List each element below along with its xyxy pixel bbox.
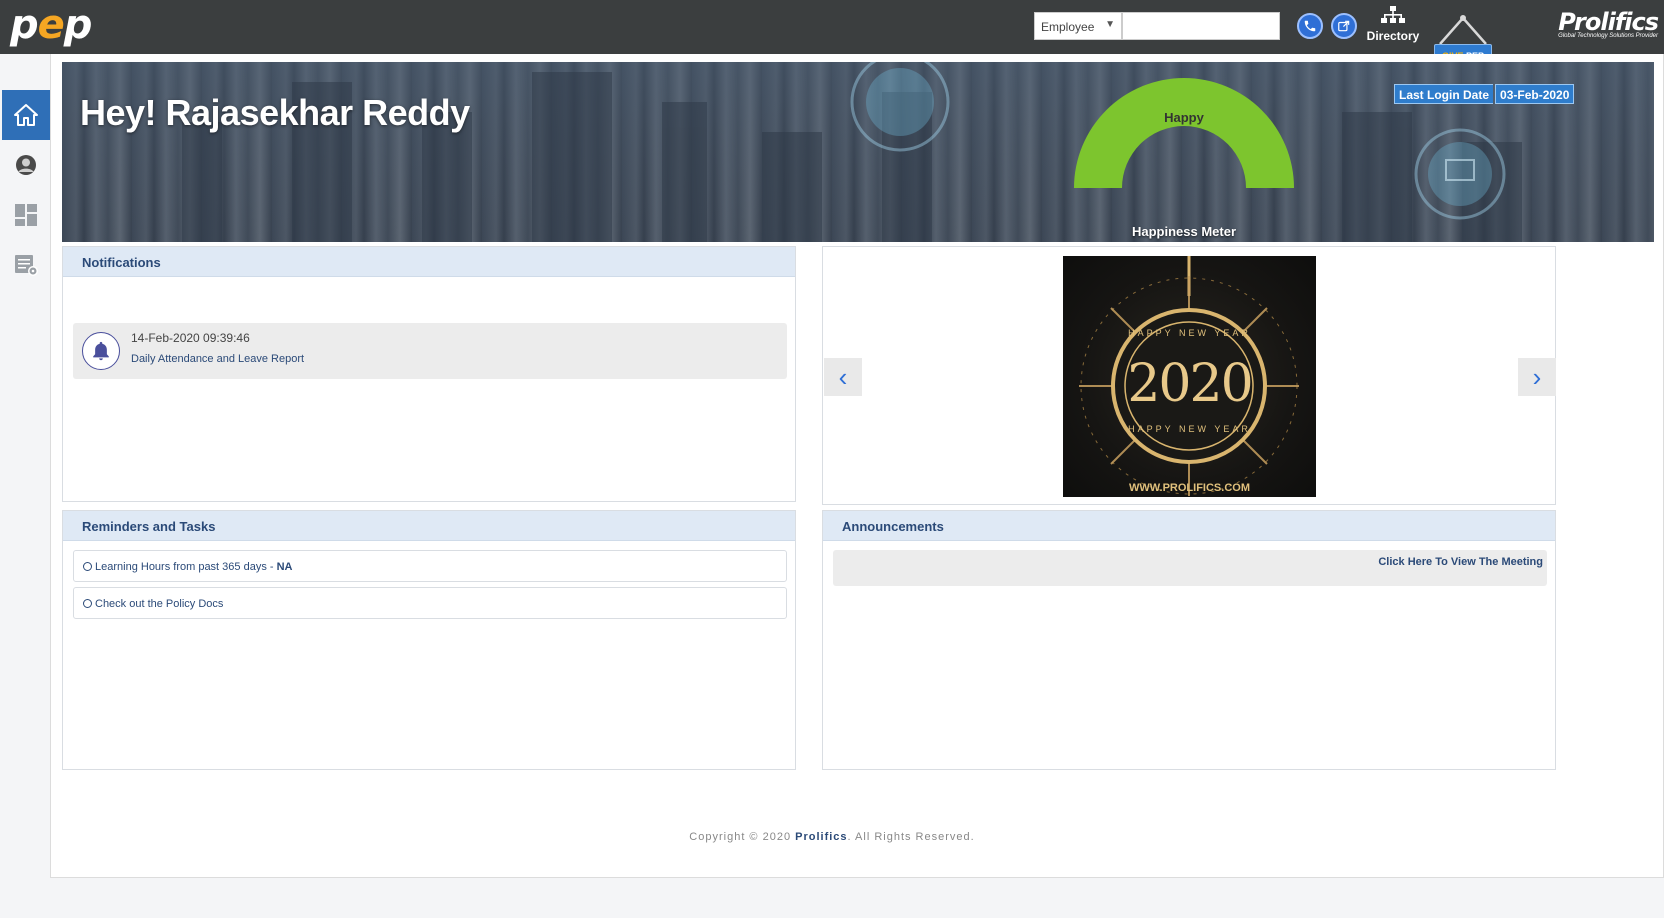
- copyright-company[interactable]: Prolifics: [795, 831, 847, 843]
- carousel-next-button[interactable]: ›: [1518, 358, 1556, 396]
- notifications-title: Notifications: [63, 247, 795, 277]
- sidebar-item-dashboard[interactable]: [2, 190, 50, 240]
- sidebar-item-reports[interactable]: [2, 240, 50, 290]
- task-value: NA: [276, 561, 293, 573]
- last-login-badge: Last Login Date 03-Feb-2020: [1394, 84, 1575, 104]
- new-year-caption-top: HAPPY NEW YEAR: [1128, 328, 1251, 338]
- announcement-item: Click Here To View The Meeting: [833, 550, 1547, 586]
- directory-label: Directory: [1366, 29, 1420, 43]
- footer-copyright: Copyright © 2020 Prolifics. All Rights R…: [0, 831, 1664, 843]
- chevron-down-icon: ▼: [1105, 19, 1115, 30]
- dashboard-icon: [15, 204, 37, 226]
- notification-time: 14-Feb-2020 09:39:46: [131, 331, 250, 345]
- directory-link[interactable]: Directory: [1366, 6, 1420, 43]
- copyright-suffix: . All Rights Reserved.: [847, 831, 975, 843]
- org-chart-icon: [1381, 6, 1405, 23]
- announcements-panel: Announcements Click Here To View The Mee…: [822, 510, 1556, 770]
- new-year-caption-bottom: HAPPY NEW YEAR: [1128, 424, 1251, 434]
- reminders-panel: Reminders and Tasks Learning Hours from …: [62, 510, 796, 770]
- reminders-title: Reminders and Tasks: [63, 511, 795, 541]
- notifications-panel: Notifications 14-Feb-2020 09:39:46 Daily…: [62, 246, 796, 502]
- chevron-left-icon: ‹: [838, 361, 848, 392]
- brand-name: Prolifics: [1558, 8, 1659, 36]
- greeting-title: Hey! Rajasekhar Reddy: [80, 92, 470, 133]
- user-avatar-icon: [16, 155, 36, 175]
- view-meeting-link[interactable]: Click Here To View The Meeting: [1378, 556, 1543, 568]
- hanger-icon: [1439, 15, 1487, 45]
- pep-logo[interactable]: pep: [10, 2, 92, 48]
- circle-bullet-icon: [83, 562, 92, 571]
- announcements-title: Announcements: [823, 511, 1555, 541]
- search-type-value: Employee: [1041, 20, 1095, 34]
- sidebar-item-profile[interactable]: [2, 140, 50, 190]
- happiness-meter[interactable]: Happy Happiness Meter: [1068, 74, 1300, 242]
- employee-search-input[interactable]: [1122, 12, 1280, 40]
- welcome-banner: Hey! Rajasekhar Reddy Happy Happiness Me…: [62, 62, 1654, 242]
- main-content: Hey! Rajasekhar Reddy Happy Happiness Me…: [50, 54, 1664, 878]
- gauge-arc: [1074, 78, 1294, 188]
- last-login-date: 03-Feb-2020: [1495, 84, 1575, 104]
- notification-item[interactable]: 14-Feb-2020 09:39:46 Daily Attendance an…: [73, 323, 787, 379]
- top-navbar: pep Employee ▼ Directory GIVE PEP: [0, 0, 1664, 68]
- happiness-meter-title: Happiness Meter: [1131, 224, 1237, 239]
- happiness-meter-value: Happy: [1164, 110, 1204, 125]
- task-text: Check out the Policy Docs: [95, 598, 224, 610]
- notification-text[interactable]: Daily Attendance and Leave Report: [131, 353, 304, 365]
- image-carousel: ‹ 2020 HAPPY NEW YEAR HAPPY NEW YEAR WWW…: [822, 246, 1556, 505]
- new-year-image: 2020 HAPPY NEW YEAR HAPPY NEW YEAR WWW.P…: [1063, 256, 1316, 497]
- chevron-right-icon: ›: [1532, 361, 1542, 392]
- new-year-text: 2020: [1127, 354, 1253, 414]
- home-icon: [14, 104, 38, 126]
- share-icon[interactable]: [1331, 13, 1357, 39]
- prolifics-brand: Prolifics Global Technology Solutions Pr…: [1540, 8, 1659, 39]
- report-settings-icon: [15, 255, 38, 276]
- phone-icon[interactable]: [1297, 13, 1323, 39]
- carousel-prev-button[interactable]: ‹: [824, 358, 862, 396]
- sidebar-item-home[interactable]: [2, 90, 50, 140]
- circle-bullet-icon: [83, 599, 92, 608]
- task-item[interactable]: Check out the Policy Docs: [73, 587, 787, 619]
- bell-icon: [82, 332, 120, 370]
- copyright-prefix: Copyright © 2020: [689, 831, 796, 843]
- new-year-url: WWW.PROLIFICS.COM: [1129, 482, 1250, 494]
- last-login-label: Last Login Date: [1394, 84, 1494, 104]
- task-item[interactable]: Learning Hours from past 365 days - NA: [73, 550, 787, 582]
- sidebar: [0, 54, 50, 880]
- brand-tagline: Global Technology Solutions Provider: [1558, 33, 1658, 39]
- search-type-select[interactable]: Employee ▼: [1034, 12, 1122, 40]
- task-text: Learning Hours from past 365 days -: [95, 561, 277, 573]
